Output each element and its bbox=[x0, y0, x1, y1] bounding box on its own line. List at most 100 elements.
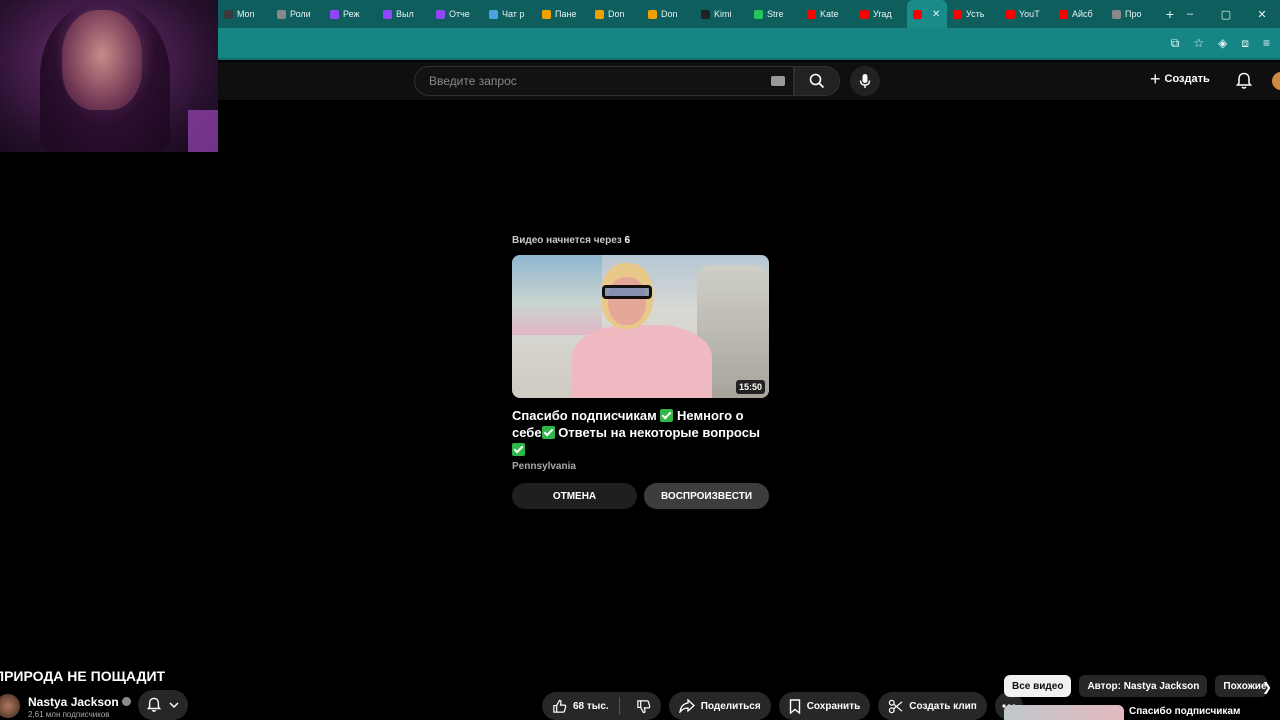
microphone-icon bbox=[859, 74, 871, 88]
tab-favicon-icon bbox=[436, 9, 445, 19]
browser-tab[interactable]: Угад bbox=[854, 0, 907, 28]
tab-favicon-icon bbox=[1059, 9, 1068, 19]
minimize-button[interactable]: – bbox=[1172, 8, 1208, 20]
close-window-button[interactable]: ✕ bbox=[1244, 8, 1280, 21]
tab-favicon-icon bbox=[860, 9, 869, 19]
tab-favicon-icon bbox=[1006, 9, 1015, 19]
tab-strip: Mon Роли Реж Выл Отче Чат р Пане Don Don Kimi Stre… bbox=[218, 0, 1159, 28]
related-video-thumbnail[interactable] bbox=[1004, 705, 1124, 720]
channel-avatar[interactable] bbox=[0, 694, 20, 718]
tab-label: Don bbox=[608, 9, 625, 19]
subscription-bell-button[interactable] bbox=[138, 690, 188, 720]
tab-favicon-icon bbox=[754, 9, 763, 19]
autoplay-countdown: Видео начнется через 6 bbox=[512, 235, 770, 246]
browser-tab[interactable]: YouT bbox=[1000, 0, 1053, 28]
related-filter-chips: Все видео Автор: Nastya Jackson Похожие bbox=[1004, 675, 1268, 697]
voice-search-button[interactable] bbox=[850, 66, 880, 96]
playlist-icon[interactable]: ≡ bbox=[1263, 36, 1270, 51]
next-video-channel[interactable]: Pennsylvania bbox=[512, 461, 770, 472]
tab-label: Роли bbox=[290, 9, 311, 19]
chevron-right-icon[interactable]: ❯ bbox=[1262, 680, 1272, 694]
star-icon[interactable]: ☆ bbox=[1193, 36, 1204, 51]
tab-label: Айсб bbox=[1072, 9, 1093, 19]
browser-tab[interactable]: ✕ bbox=[907, 0, 947, 28]
tab-label: Отче bbox=[449, 9, 470, 19]
play-now-button[interactable]: ВОСПРОИЗВЕСТИ bbox=[644, 483, 769, 509]
autoplay-buttons: ОТМЕНА ВОСПРОИЗВЕСТИ bbox=[512, 483, 770, 509]
webcam-glow bbox=[188, 110, 218, 152]
countdown-prefix: Видео начнется через bbox=[512, 235, 622, 246]
share-button[interactable]: Поделиться bbox=[668, 692, 771, 720]
keyboard-icon[interactable] bbox=[771, 76, 785, 86]
search-button[interactable] bbox=[794, 66, 840, 96]
browser-tab[interactable]: Kimi bbox=[695, 0, 748, 28]
duration-badge: 15:50 bbox=[735, 380, 765, 394]
tab-favicon-icon bbox=[542, 9, 551, 19]
chip-all-videos[interactable]: Все видео bbox=[1004, 675, 1072, 697]
tab-favicon-icon bbox=[383, 9, 392, 19]
tab-favicon-icon bbox=[330, 9, 339, 19]
like-button[interactable]: 68 тыс. bbox=[542, 697, 620, 715]
browser-tab[interactable]: Don bbox=[642, 0, 695, 28]
next-video-title[interactable]: Спасибо подписчикам Немного о себе Ответ… bbox=[512, 407, 770, 458]
browser-tab[interactable]: Чат р bbox=[483, 0, 536, 28]
thumbnail-glasses bbox=[602, 285, 652, 299]
tab-favicon-icon bbox=[913, 9, 922, 19]
cancel-button[interactable]: ОТМЕНА bbox=[512, 483, 637, 509]
extension-badge-icon[interactable]: ◈ bbox=[1218, 36, 1227, 51]
chevron-down-icon bbox=[169, 702, 179, 709]
chip-author[interactable]: Автор: Nastya Jackson bbox=[1079, 675, 1208, 697]
browser-tab[interactable]: Выл bbox=[377, 0, 430, 28]
dislike-button[interactable] bbox=[626, 699, 661, 714]
tab-label: Stre bbox=[767, 9, 784, 19]
title-part-3: Ответы на некоторые вопросы bbox=[558, 425, 761, 440]
youtube-header: + Создать bbox=[218, 62, 1280, 100]
tab-favicon-icon bbox=[489, 9, 498, 19]
puzzle-icon[interactable]: ⧈ bbox=[1241, 36, 1249, 51]
tab-close-icon[interactable]: ✕ bbox=[932, 9, 940, 20]
video-title: ПРИРОДА НЕ ПОЩАДИТ bbox=[0, 668, 166, 684]
thumbnail-person-body bbox=[572, 325, 712, 398]
channel-name[interactable]: Nastya Jackson bbox=[28, 695, 131, 709]
chip-similar[interactable]: Похожие bbox=[1215, 675, 1268, 697]
browser-tab[interactable]: Mon bbox=[218, 0, 271, 28]
save-button[interactable]: Сохранить bbox=[778, 692, 871, 720]
webcam-face bbox=[62, 10, 142, 110]
browser-tab[interactable]: Про bbox=[1106, 0, 1159, 28]
browser-tab[interactable]: Усть bbox=[947, 0, 1000, 28]
browser-tab[interactable]: Stre bbox=[748, 0, 801, 28]
account-avatar[interactable] bbox=[1272, 72, 1280, 90]
thumbs-down-icon bbox=[636, 699, 651, 713]
countdown-seconds: 6 bbox=[624, 235, 631, 246]
next-video-thumbnail[interactable]: 15:50 bbox=[512, 255, 769, 398]
bell-icon bbox=[147, 697, 161, 712]
search-input[interactable] bbox=[427, 73, 757, 89]
address-bar: ⧉ ☆ ◈ ⧈ ≡ bbox=[218, 28, 1280, 60]
search-box bbox=[414, 66, 794, 96]
video-actions: 68 тыс. Поделиться Сохранить Создать кли… bbox=[542, 692, 1023, 720]
browser-tab[interactable]: Don bbox=[589, 0, 642, 28]
like-count: 68 тыс. bbox=[573, 700, 609, 712]
notifications-button[interactable] bbox=[1236, 72, 1252, 95]
share-icon bbox=[678, 699, 695, 713]
tab-label: Kate bbox=[820, 9, 839, 19]
browser-tab[interactable]: Айсб bbox=[1053, 0, 1106, 28]
create-button[interactable]: + Создать bbox=[1150, 70, 1210, 88]
tab-label: Усть bbox=[966, 9, 985, 19]
browser-tab[interactable]: Kate bbox=[801, 0, 854, 28]
tab-label: Угад bbox=[873, 9, 892, 19]
browser-tab[interactable]: Роли bbox=[271, 0, 324, 28]
window-controls: – ▢ ✕ bbox=[1172, 0, 1280, 28]
tab-favicon-icon bbox=[224, 9, 233, 19]
related-video-title[interactable]: Спасибо подписчикам bbox=[1129, 706, 1240, 717]
tab-label: Реж bbox=[343, 9, 360, 19]
verified-icon bbox=[121, 697, 131, 706]
share-label: Поделиться bbox=[700, 700, 761, 712]
install-icon[interactable]: ⧉ bbox=[1171, 36, 1180, 51]
browser-tab[interactable]: Реж bbox=[324, 0, 377, 28]
browser-tab[interactable]: Пане bbox=[536, 0, 589, 28]
maximize-button[interactable]: ▢ bbox=[1208, 8, 1244, 21]
browser-tab[interactable]: Отче bbox=[430, 0, 483, 28]
create-clip-button[interactable]: Создать клип bbox=[878, 692, 987, 720]
tab-label: Пане bbox=[555, 9, 577, 19]
